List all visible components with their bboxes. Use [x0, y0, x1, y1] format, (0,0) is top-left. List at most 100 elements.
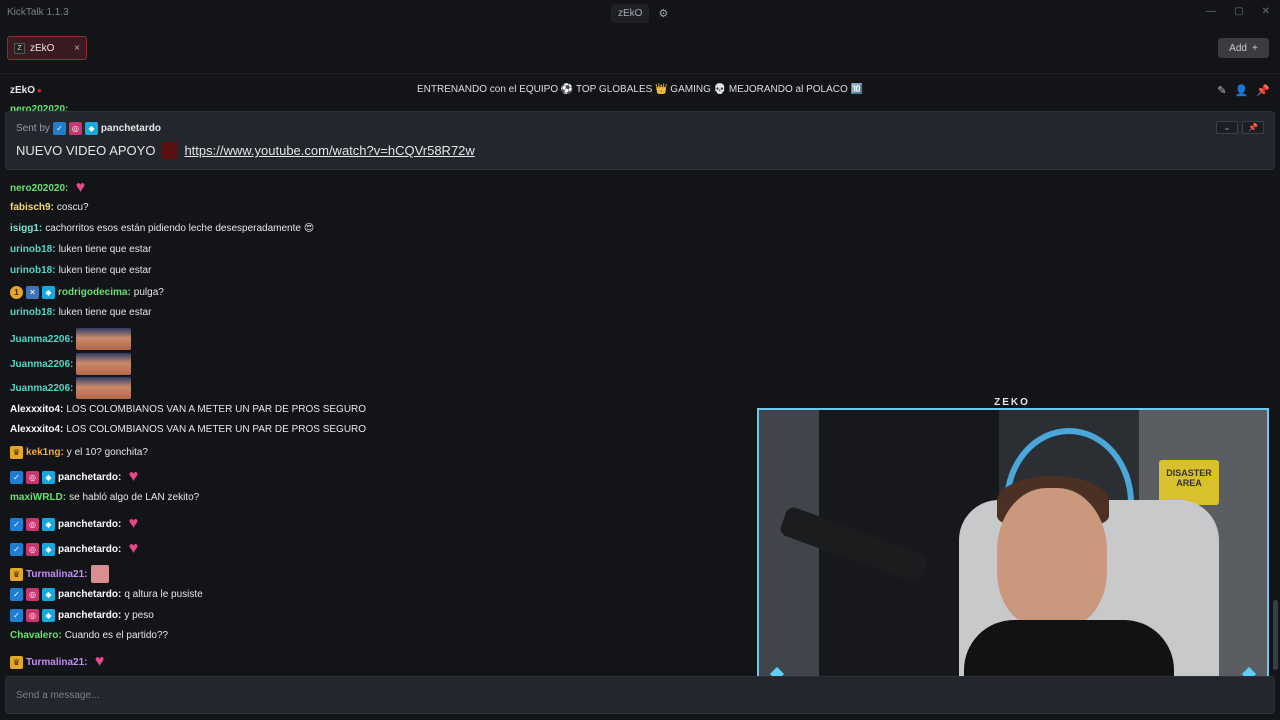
plus-icon: +: [1251, 42, 1258, 54]
add-label: Add: [1229, 42, 1247, 54]
chat-text: Cuando es el partido??: [64, 630, 169, 641]
message-composer[interactable]: Send a message...: [5, 676, 1275, 714]
chat-username[interactable]: Turmalina21:: [26, 657, 88, 668]
webcam-feed: DISASTER AREA: [757, 408, 1269, 698]
channel-avatar-icon: Z: [14, 42, 25, 54]
cube-badge-icon: ◆: [42, 517, 55, 531]
tab-close-icon[interactable]: ×: [74, 43, 80, 54]
chat-message: Alexxxito4: LOS COLOMBIANOS VAN A METER U…: [10, 404, 366, 415]
subscriber-badge-icon: ◎: [26, 517, 39, 531]
chat-username[interactable]: urinob18:: [10, 307, 56, 318]
subscriber-badge-icon: ◎: [26, 588, 39, 601]
verified-badge-icon: ✓: [10, 588, 23, 601]
verified-badge-icon: ✓: [10, 470, 23, 484]
face-emote-icon: [76, 377, 132, 399]
heart-emote-icon: ♥: [128, 468, 139, 485]
poster: DISASTER AREA: [1159, 460, 1219, 505]
crown-badge-icon: ♛: [10, 655, 23, 669]
partial-message: nero202020:: [10, 104, 69, 111]
chat-username[interactable]: maxiWRLD:: [10, 492, 66, 503]
chat-username[interactable]: Juanma2206:: [10, 383, 73, 394]
chat-message: ♛ kek1ng: y el 10? gonchita?: [10, 446, 148, 459]
chat-message: Juanma2206:: [10, 328, 132, 350]
title-channel-button[interactable]: zEkO: [611, 3, 650, 23]
chat-message: maxiWRLD: se habló algo de LAN zekito?: [10, 492, 199, 503]
pin-icon[interactable]: 📌: [1256, 84, 1270, 97]
message-input[interactable]: Send a message...: [16, 690, 99, 701]
chat-text: coscu?: [56, 202, 89, 213]
chat-username[interactable]: panchetardo:: [58, 589, 121, 600]
chat-username[interactable]: urinob18:: [10, 244, 56, 255]
chat-username[interactable]: panchetardo:: [58, 519, 121, 530]
chat-username[interactable]: kek1ng:: [26, 447, 64, 458]
pinned-link[interactable]: https://www.youtube.com/watch?v=hCQVr58R…: [184, 143, 474, 158]
chat-text: y el 10? gonchita?: [66, 447, 148, 458]
pinned-controls: ⌄ 📌: [1216, 121, 1264, 134]
verified-badge-icon: ✓: [10, 609, 23, 622]
close-icon[interactable]: ✕: [1262, 6, 1270, 17]
gear-icon[interactable]: ⚙: [655, 5, 671, 21]
tab-zeko[interactable]: Z zEkO ×: [7, 36, 87, 60]
cube-badge-icon: ◆: [42, 286, 55, 299]
chat-message: ♛ Turmalina21:: [10, 565, 109, 583]
crown-badge-icon: ♛: [10, 446, 23, 459]
title-bar: KickTalk 1.1.3 zEkO ⚙ — ▢ ✕: [0, 0, 1280, 26]
face-emote-icon: [76, 328, 132, 350]
chat-message: Juanma2206:: [10, 377, 132, 399]
heart-emote-icon: ♥: [75, 179, 86, 196]
chat-username[interactable]: panchetardo:: [58, 610, 121, 621]
subscriber-badge-icon: ◎: [26, 542, 39, 556]
chat-username[interactable]: fabisch9:: [10, 202, 54, 213]
chat-username[interactable]: urinob18:: [10, 265, 56, 276]
chat-username[interactable]: panchetardo:: [58, 544, 121, 555]
verified-badge-icon: ✓: [52, 122, 66, 135]
unpin-icon[interactable]: 📌: [1242, 121, 1264, 134]
chat-text: luken tiene que estar: [58, 244, 152, 255]
chat-message: nero202020: ♥: [10, 179, 89, 197]
chat-username[interactable]: isigg1:: [10, 223, 42, 234]
user-icon[interactable]: 👤: [1235, 84, 1249, 97]
chat-username[interactable]: Juanma2206:: [10, 334, 73, 345]
chat-username[interactable]: panchetardo:: [58, 472, 121, 483]
maximize-icon[interactable]: ▢: [1234, 6, 1243, 17]
pencil-icon[interactable]: ✎: [1217, 84, 1226, 97]
chat-username[interactable]: Chavalero:: [10, 630, 62, 641]
crown-badge-icon: ♛: [10, 567, 23, 581]
chevron-down-icon[interactable]: ⌄: [1216, 121, 1238, 134]
header-actions: ✎ 👤 📌: [1217, 84, 1270, 97]
chat-username[interactable]: nero202020:: [10, 183, 68, 194]
chat-username[interactable]: Alexxxito4:: [10, 404, 63, 415]
cube-badge-icon: ◆: [84, 122, 98, 135]
pinned-sender: Sent by ✓ ◎ ◆ panchetardo: [16, 122, 161, 135]
chat-message: Alexxxito4: LOS COLOMBIANOS VAN A METER U…: [10, 424, 366, 435]
pinned-user[interactable]: panchetardo: [101, 123, 161, 134]
window-controls: — ▢ ✕: [1206, 6, 1270, 17]
subscriber-badge-icon: ◎: [26, 470, 39, 484]
chat-message: ✓ ◎ ◆ panchetardo: q altura le pusiste: [10, 588, 203, 601]
chat-username[interactable]: Alexxxito4:: [10, 424, 63, 435]
chat-text: q altura le pusiste: [124, 589, 203, 600]
chat-message: Chavalero: Cuando es el partido??: [10, 630, 168, 641]
subscriber-badge-icon: ◎: [26, 609, 39, 622]
chat-text: y peso: [124, 610, 154, 621]
chat-scrollbar[interactable]: [1273, 600, 1278, 670]
chat-message: ✓ ◎ ◆ panchetardo: ♥: [10, 468, 142, 486]
tab-label: zEkO: [30, 42, 55, 54]
chat-text: luken tiene que estar: [58, 307, 152, 318]
chat-username[interactable]: Turmalina21:: [26, 569, 88, 580]
cube-badge-icon: ◆: [42, 588, 55, 601]
chat-message: 1 ✕ ◆ rodrigodecima: pulga?: [10, 286, 164, 299]
chat-text: LOS COLOMBIANOS VAN A METER UN PAR DE PR…: [66, 424, 367, 435]
chat-text: pulga?: [133, 287, 164, 298]
chat-message: ✓ ◎ ◆ panchetardo: ♥: [10, 515, 142, 533]
chat-username[interactable]: rodrigodecima:: [58, 287, 131, 298]
add-button[interactable]: Add +: [1218, 38, 1269, 58]
app-title: KickTalk 1.1.3: [7, 7, 69, 18]
chat-message: isigg1: cachorritos esos están pidiendo l…: [10, 223, 314, 234]
heart-emote-icon: ♥: [94, 653, 105, 670]
chat-username[interactable]: Juanma2206:: [10, 359, 73, 370]
heart-emote-icon: ♥: [128, 540, 139, 557]
chat-message: ✓ ◎ ◆ panchetardo: ♥: [10, 540, 142, 558]
minimize-icon[interactable]: —: [1206, 6, 1216, 17]
rank-badge-icon: 1: [10, 286, 23, 299]
